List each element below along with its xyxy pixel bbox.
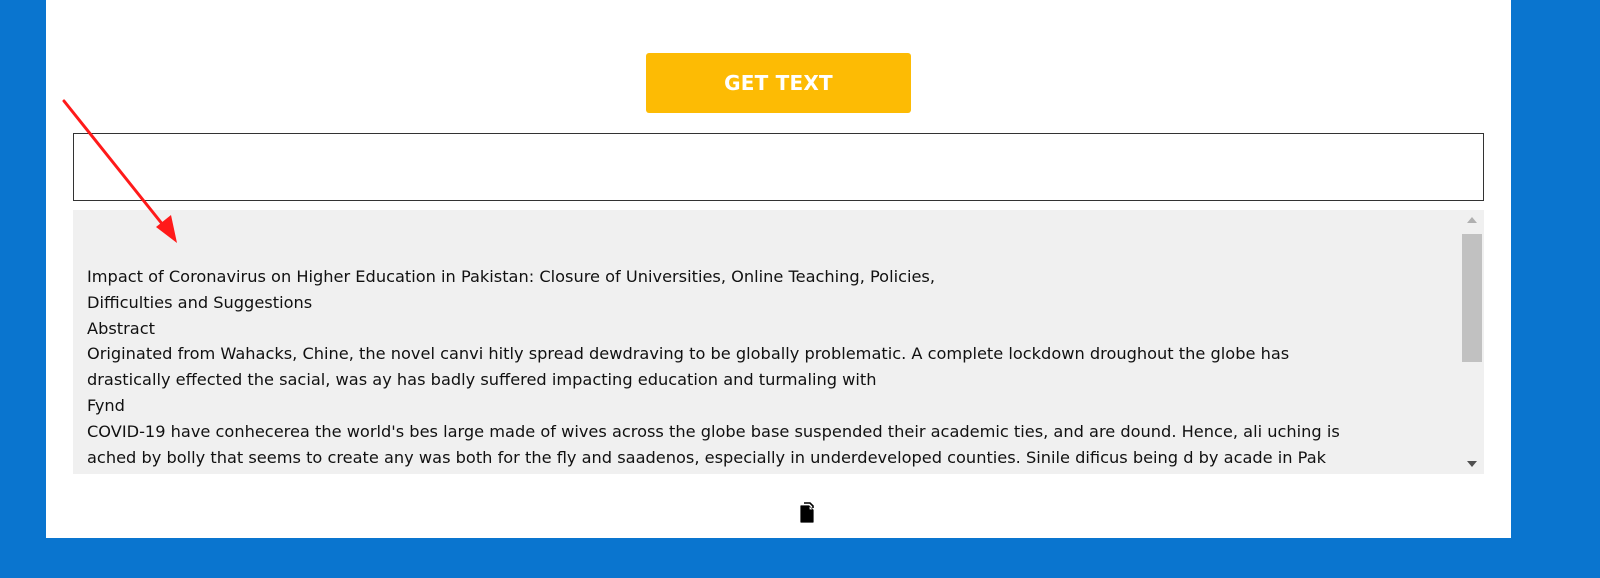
copy-button[interactable] [795,497,821,523]
text-line-paragraph-3: COVID-19 have conhecerea the world's bes… [87,421,1340,441]
text-line-abstract-heading: Abstract [87,318,155,338]
main-panel: GET TEXT Impact of Coronavirus on Higher… [46,0,1511,538]
text-line-paragraph-1: Originated from Wahacks, Chine, the nove… [87,344,1290,364]
extracted-text-area[interactable]: Impact of Coronavirus on Higher Educatio… [73,210,1484,474]
copy-icon [800,502,814,523]
text-line-paragraph-4: ached by bolly that seems to create any … [87,447,1326,467]
text-line-title-1: Impact of Coronavirus on Higher Educatio… [87,267,936,286]
extracted-text-content: Impact of Coronavirus on Higher Educatio… [87,264,1457,470]
scroll-up-arrow-icon[interactable] [1467,217,1477,223]
text-line-title-2: Difficulties and Suggestions [87,292,313,312]
vertical-scrollbar[interactable] [1460,210,1484,474]
text-line-paragraph-2: drastically effected the sacial, was ay … [87,370,877,390]
scroll-down-arrow-icon[interactable] [1467,461,1477,467]
url-input[interactable] [73,133,1484,201]
get-text-button[interactable]: GET TEXT [646,53,911,113]
scrollbar-thumb[interactable] [1462,234,1482,362]
text-line-fynd: Fynd [87,395,125,415]
